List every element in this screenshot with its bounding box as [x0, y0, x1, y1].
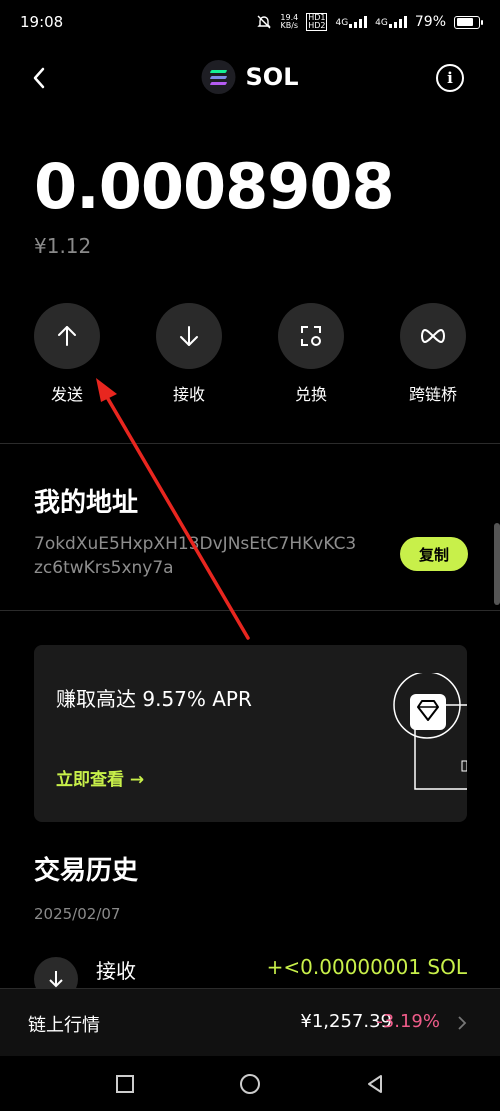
net-type-1: 4G — [335, 18, 349, 28]
hd-badge: HD1 HD2 — [306, 13, 328, 31]
divider — [0, 443, 500, 444]
wallet-address: 7okdXuE5HxpXH13DvJNsEtC7HKvKC3zc6twKrs5x… — [34, 534, 357, 578]
transaction-amount: +<0.00000001 SOL — [266, 955, 467, 979]
home-icon[interactable] — [239, 1073, 261, 1095]
network-speed: 19.4 KB/s — [280, 13, 299, 30]
bridge-label: 跨链桥 — [408, 385, 457, 404]
info-icon[interactable]: i — [436, 64, 464, 92]
bridge-icon — [421, 328, 445, 344]
arrow-down-icon — [180, 326, 198, 346]
recent-apps-icon[interactable] — [114, 1073, 136, 1095]
arrow-up-icon — [58, 326, 76, 346]
address-title: 我的地址 — [34, 488, 139, 518]
receive-label: 接收 — [172, 385, 205, 404]
market-bar[interactable]: 链上行情 ¥1,257.39 -3.19% — [0, 988, 500, 1056]
signal-icon — [388, 16, 407, 28]
send-button[interactable]: 发送 — [22, 303, 112, 405]
earn-link[interactable]: 立即查看 → — [56, 765, 144, 790]
history-title: 交易历史 — [34, 856, 139, 886]
token-balance: 0.0008908 — [34, 150, 395, 223]
market-change: -3.19% — [376, 1011, 440, 1032]
swap-label: 兑换 — [294, 385, 327, 404]
divider — [0, 610, 500, 611]
net-type-2: 4G — [375, 18, 388, 28]
nav-header: SOL i — [0, 52, 500, 104]
page-title: SOL — [245, 63, 299, 91]
earn-text: 赚取高达 9.57% APR — [56, 687, 252, 711]
send-label: 发送 — [50, 385, 83, 404]
back-icon[interactable] — [364, 1073, 386, 1095]
battery-percent: 79% — [414, 14, 446, 30]
scroll-handle[interactable] — [494, 523, 500, 605]
history-date: 2025/02/07 — [34, 905, 121, 923]
status-bar: 19:08 19.4 KB/s HD1 HD2 4G 4G 79% — [0, 0, 500, 44]
system-nav-bar — [0, 1056, 500, 1111]
copy-button[interactable]: 复制 — [400, 537, 468, 571]
fiat-balance: ¥1.12 — [34, 234, 92, 258]
battery-icon — [454, 15, 483, 29]
signal-icon — [349, 16, 368, 28]
solana-logo-icon — [201, 60, 236, 94]
chevron-left-icon[interactable] — [26, 64, 54, 92]
receive-button[interactable]: 接收 — [144, 303, 234, 405]
status-time: 19:08 — [20, 13, 64, 31]
bridge-button[interactable]: 跨链桥 — [388, 303, 478, 405]
transaction-type: 接收 — [96, 959, 136, 983]
token-title: SOL — [201, 60, 299, 94]
market-label: 链上行情 — [28, 1015, 100, 1036]
swap-button[interactable]: 兑换 — [266, 303, 356, 405]
swap-icon — [301, 326, 321, 346]
bell-off-icon — [257, 15, 272, 29]
diamond-illustration-icon — [393, 673, 467, 790]
chevron-right-icon — [458, 1016, 467, 1030]
earn-banner[interactable]: 赚取高达 9.57% APR 立即查看 → — [34, 645, 467, 822]
